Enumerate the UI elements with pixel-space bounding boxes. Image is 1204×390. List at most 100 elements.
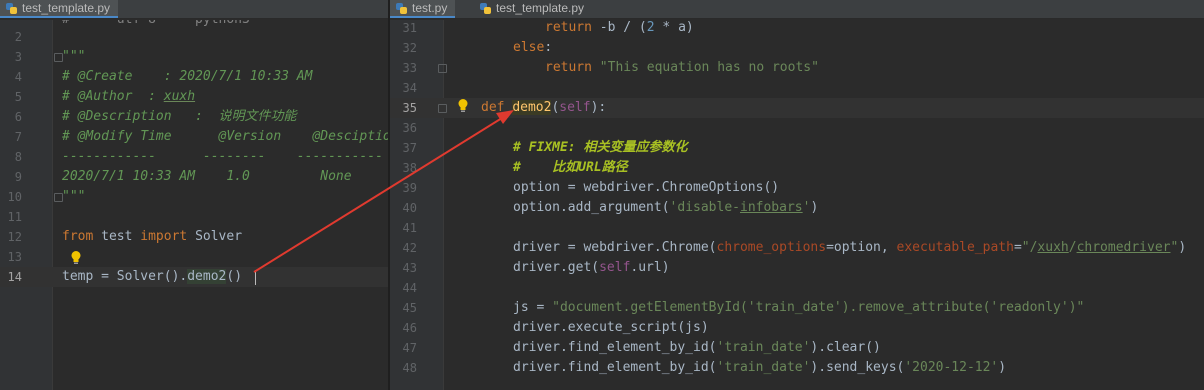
python-file-icon: [396, 3, 407, 14]
line-number: 10: [7, 190, 22, 204]
code-line[interactable]: driver.get(self.url): [481, 258, 670, 278]
fold-marker-icon[interactable]: [438, 64, 447, 73]
code-line[interactable]: 2020/7/1 10:33 AM 1.0 None: [62, 167, 352, 187]
line-number: 34: [402, 81, 417, 95]
left-tab-bar: test_template.py: [0, 0, 388, 19]
code-line[interactable]: def demo2(self):: [481, 98, 606, 118]
line-number: 42: [402, 241, 417, 255]
code-line[interactable]: # @Author : xuxh: [62, 87, 195, 107]
line-number: 48: [402, 361, 417, 375]
string-literal: 'train_date': [716, 340, 811, 355]
string-literal: chromedriver: [1076, 240, 1171, 255]
code-line[interactable]: # @Modify Time @Version @Desciption: [62, 127, 388, 147]
line-number: 5: [14, 90, 22, 104]
right-editor-pane: test.py test_template.py 31 32 33 34 35 …: [390, 0, 1204, 390]
line-number: 43: [402, 261, 417, 275]
line-number: 44: [402, 281, 417, 295]
code-token: driver.get(: [513, 260, 600, 275]
line-number: 33: [402, 61, 417, 75]
fold-marker-icon[interactable]: [438, 104, 447, 113]
keyword: return: [545, 60, 592, 75]
keyword: from: [62, 229, 94, 244]
line-number: 8: [14, 150, 22, 164]
code-token: ): [1178, 240, 1187, 255]
keyword: return: [545, 20, 592, 35]
code-token: js =: [513, 300, 553, 315]
code-line[interactable]: driver = webdriver.Chrome(chrome_options…: [481, 238, 1186, 258]
tab-label: test_template.py: [22, 1, 111, 15]
code-token: :: [544, 40, 553, 55]
code-token: =option,: [826, 240, 897, 255]
code-token: driver.find_element_by_id(: [513, 360, 717, 375]
lightbulb-icon[interactable]: [457, 98, 469, 113]
code-token: ): [998, 360, 1007, 375]
code-line[interactable]: driver.find_element_by_id('train_date').…: [481, 338, 881, 358]
code-token: driver = webdriver.Chrome(: [513, 240, 717, 255]
code-token: ).clear(): [810, 340, 881, 355]
line-number: 31: [402, 21, 417, 35]
tab-test-py[interactable]: test.py: [390, 0, 456, 18]
line-number: 38: [402, 161, 417, 175]
code-token: driver.find_element_by_id(: [513, 340, 717, 355]
code-line[interactable]: from test import Solver: [62, 227, 242, 247]
code-token: ):: [590, 100, 607, 115]
code-line[interactable]: js = "document.getElementById('train_dat…: [481, 298, 1084, 318]
code-line[interactable]: option = webdriver.ChromeOptions(): [481, 178, 779, 198]
keyword-argument: executable_path: [896, 240, 1014, 255]
line-number: 9: [14, 170, 22, 184]
code-line[interactable]: return "This equation has no roots": [481, 58, 819, 78]
code-token: -b / (: [591, 20, 647, 35]
code-line[interactable]: """: [62, 47, 85, 67]
line-number: 36: [402, 121, 417, 135]
line-number: 2: [14, 30, 22, 44]
method-call-demo2[interactable]: demo2: [187, 269, 227, 284]
code-line[interactable]: driver.find_element_by_id('train_date').…: [481, 358, 1006, 378]
keyword: def: [481, 100, 505, 115]
code-line[interactable]: # @Create : 2020/7/1 10:33 AM: [62, 67, 312, 87]
code-line[interactable]: option.add_argument('disable-infobars'): [481, 198, 818, 218]
string-literal: "/: [1021, 240, 1038, 255]
line-number: 46: [402, 321, 417, 335]
text-cursor: [255, 270, 256, 285]
line-number: 11: [7, 210, 22, 224]
code-token: option.add_argument(: [513, 200, 670, 215]
line-number: 40: [402, 201, 417, 215]
line-number: 45: [402, 301, 417, 315]
code-token: ).send_keys(: [810, 360, 905, 375]
fixme-comment[interactable]: # 比如URL路径: [481, 158, 628, 178]
keyword: else: [513, 40, 545, 55]
string-literal: "This equation has no roots": [591, 60, 819, 75]
line-number: 13: [7, 250, 22, 264]
string-literal: 'disable-: [669, 200, 740, 215]
self-keyword: self: [599, 260, 631, 275]
line-number: 4: [14, 70, 22, 84]
code-line[interactable]: # @Description : 说明文件功能: [62, 107, 297, 127]
python-file-icon: [6, 3, 17, 14]
code-line[interactable]: temp = Solver().demo2(): [62, 267, 242, 287]
tab-test-template[interactable]: test_template.py: [474, 0, 592, 18]
line-number: 41: [402, 221, 417, 235]
code-line[interactable]: return -b / (2 * a): [481, 18, 694, 38]
lightbulb-icon[interactable]: [70, 250, 82, 265]
code-token: .url): [630, 260, 670, 275]
function-name-demo2[interactable]: demo2: [512, 100, 552, 115]
keyword-argument: chrome_options: [716, 240, 827, 255]
code-token: ): [810, 200, 819, 215]
line-number: 12: [7, 230, 22, 244]
current-line-number: 35: [402, 101, 417, 115]
left-editor-pane: test_template.py 2 3 4 5 6 7 8 9 10 11 1…: [0, 0, 388, 390]
author-name: xuxh: [163, 89, 196, 104]
current-line-number: 14: [7, 270, 22, 284]
code-line[interactable]: driver.execute_script(js): [481, 318, 709, 338]
python-file-icon: [480, 3, 491, 14]
code-line[interactable]: ------------ -------- -----------: [62, 147, 383, 167]
fixme-comment[interactable]: # FIXME: 相关变量应参数化: [481, 138, 687, 158]
line-number: 39: [402, 181, 417, 195]
code-line[interactable]: else:: [481, 38, 552, 58]
string-literal: xuxh: [1037, 240, 1069, 255]
code-line[interactable]: """: [62, 187, 85, 207]
tab-test-template[interactable]: test_template.py: [0, 0, 119, 18]
line-number: 32: [402, 41, 417, 55]
line-number: 6: [14, 110, 22, 124]
string-literal: '2020-12-12': [904, 360, 999, 375]
